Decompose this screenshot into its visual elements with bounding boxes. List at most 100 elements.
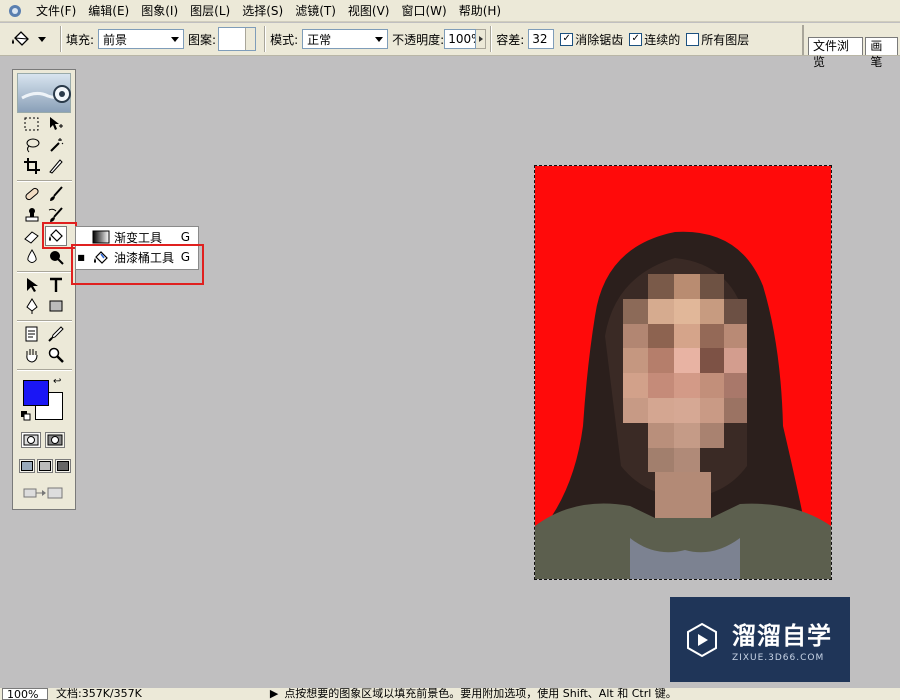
opacity-input[interactable]: 100% bbox=[444, 29, 477, 49]
menu-layer[interactable]: 图层(L) bbox=[184, 0, 236, 22]
options-separator bbox=[60, 26, 62, 52]
options-separator bbox=[490, 26, 493, 52]
move-tool[interactable] bbox=[45, 114, 67, 134]
tool-preset-picker[interactable] bbox=[10, 26, 56, 52]
palette-well: 文件浏览 画笔 bbox=[802, 25, 900, 69]
rectangle-icon bbox=[49, 300, 63, 312]
menu-filter[interactable]: 滤镜(T) bbox=[289, 0, 342, 22]
slice-icon bbox=[49, 159, 63, 174]
pattern-dropdown-arrow[interactable] bbox=[245, 28, 256, 50]
toolbox: ↩ bbox=[12, 69, 76, 510]
blur-tool[interactable] bbox=[21, 247, 43, 267]
gradient-icon bbox=[92, 229, 110, 245]
screen-mode-full-menu-button[interactable] bbox=[37, 459, 53, 473]
all-layers-checkbox[interactable] bbox=[686, 32, 700, 46]
triangle-right-icon[interactable]: ▶ bbox=[270, 688, 278, 700]
menu-help[interactable]: 帮助(H) bbox=[453, 0, 507, 22]
zoom-level-field[interactable]: 100% bbox=[2, 688, 48, 700]
crop-tool[interactable] bbox=[21, 156, 43, 176]
toolbox-separator bbox=[17, 320, 72, 322]
all-layers-label: 所有图层 bbox=[701, 32, 750, 47]
hand-tool[interactable] bbox=[21, 345, 43, 365]
toolbox-separator bbox=[17, 369, 72, 371]
screen-mode-icon bbox=[39, 461, 51, 471]
notes-tool[interactable] bbox=[21, 324, 43, 344]
fill-label: 填充: bbox=[66, 32, 95, 47]
magic-wand-tool[interactable] bbox=[45, 135, 67, 155]
tolerance-input[interactable]: 32 bbox=[528, 29, 555, 49]
screen-mode-icon bbox=[21, 461, 33, 471]
menu-select[interactable]: 选择(S) bbox=[236, 0, 289, 22]
opacity-slider-button[interactable] bbox=[476, 29, 487, 49]
mode-label: 模式: bbox=[270, 32, 299, 47]
toolbox-separator bbox=[17, 271, 72, 273]
menu-view[interactable]: 视图(V) bbox=[342, 0, 396, 22]
quick-mask-icon bbox=[47, 434, 63, 446]
pattern-label: 图案: bbox=[188, 32, 217, 47]
blend-mode-select[interactable]: 正常 bbox=[302, 29, 389, 49]
antialias-label: 消除锯齿 bbox=[575, 32, 624, 47]
rectangle-tool[interactable] bbox=[45, 296, 67, 316]
options-separator bbox=[264, 26, 267, 52]
screen-mode-standard-button[interactable] bbox=[19, 459, 35, 473]
blend-mode-value: 正常 bbox=[307, 32, 332, 47]
screen-mode-full-button[interactable] bbox=[55, 459, 71, 473]
type-tool[interactable] bbox=[45, 275, 67, 295]
dodge-tool[interactable] bbox=[45, 247, 67, 267]
toolbox-separator bbox=[17, 180, 72, 182]
menu-file[interactable]: 文件(F) bbox=[30, 0, 82, 22]
tab-file-browser[interactable]: 文件浏览 bbox=[808, 37, 864, 69]
toolbox-header-logo[interactable] bbox=[17, 73, 71, 113]
note-icon bbox=[25, 326, 38, 342]
watermark-title: 溜溜自学 bbox=[732, 622, 832, 650]
chevron-down-icon bbox=[375, 36, 384, 42]
fill-source-select[interactable]: 前景 bbox=[98, 29, 185, 49]
marquee-icon bbox=[24, 117, 39, 131]
fill-source-value: 前景 bbox=[103, 32, 128, 47]
menu-window[interactable]: 窗口(W) bbox=[395, 0, 452, 22]
brush-icon bbox=[50, 186, 63, 201]
hand-icon bbox=[26, 349, 38, 363]
app-logo-icon[interactable] bbox=[6, 3, 24, 19]
antialias-checkbox[interactable]: ✓ bbox=[560, 32, 574, 46]
lasso-icon bbox=[26, 138, 40, 153]
swap-colors-icon[interactable]: ↩ bbox=[53, 376, 61, 387]
imageready-icon bbox=[23, 487, 63, 499]
tool-options-bar: 填充: 前景 图案: 模式: 正常 不透明度: 100% 容差: 32 ✓ 消除… bbox=[0, 23, 900, 69]
magnifier-icon bbox=[48, 347, 64, 363]
all-layers-option[interactable]: 所有图层 bbox=[686, 31, 749, 48]
jump-to-imageready-button[interactable] bbox=[21, 484, 67, 502]
eyedropper-tool[interactable] bbox=[45, 324, 67, 344]
quick-mask-button[interactable] bbox=[45, 432, 65, 448]
antialias-option[interactable]: ✓ 消除锯齿 bbox=[560, 31, 623, 48]
type-icon bbox=[50, 277, 62, 292]
clone-stamp-tool[interactable] bbox=[21, 205, 43, 225]
default-colors-icon[interactable] bbox=[21, 410, 31, 421]
path-selection-tool[interactable] bbox=[21, 275, 43, 295]
dodge-icon bbox=[50, 251, 64, 265]
contiguous-option[interactable]: ✓ 连续的 bbox=[629, 31, 680, 48]
flyout-item-shortcut: G bbox=[180, 230, 190, 244]
brush-tool[interactable] bbox=[45, 184, 67, 204]
contiguous-checkbox[interactable]: ✓ bbox=[629, 32, 643, 46]
eraser-tool[interactable] bbox=[21, 226, 43, 246]
eraser-icon bbox=[24, 231, 39, 244]
standard-mode-icon bbox=[23, 434, 39, 446]
rect-marquee-tool[interactable] bbox=[21, 114, 43, 134]
watermark-subtitle: ZIXUE.3D66.COM bbox=[732, 653, 825, 663]
crop-icon bbox=[24, 158, 40, 174]
healing-brush-tool[interactable] bbox=[21, 184, 43, 204]
pen-tool[interactable] bbox=[21, 296, 43, 316]
foreground-color-swatch[interactable] bbox=[23, 380, 49, 406]
lasso-tool[interactable] bbox=[21, 135, 43, 155]
menu-image[interactable]: 图象(I) bbox=[135, 0, 184, 22]
zoom-tool[interactable] bbox=[45, 345, 67, 365]
standard-mode-button[interactable] bbox=[21, 432, 41, 448]
status-message: 点按想要的图象区域以填充前景色。要用附加选项，使用 Shift、Alt 和 Ct… bbox=[284, 688, 677, 700]
chevron-down-icon bbox=[171, 36, 180, 42]
pen-icon bbox=[26, 298, 38, 314]
menu-edit[interactable]: 编辑(E) bbox=[82, 0, 135, 22]
pattern-picker[interactable] bbox=[218, 27, 257, 51]
slice-tool[interactable] bbox=[45, 156, 67, 176]
tab-brushes[interactable]: 画笔 bbox=[865, 37, 898, 69]
